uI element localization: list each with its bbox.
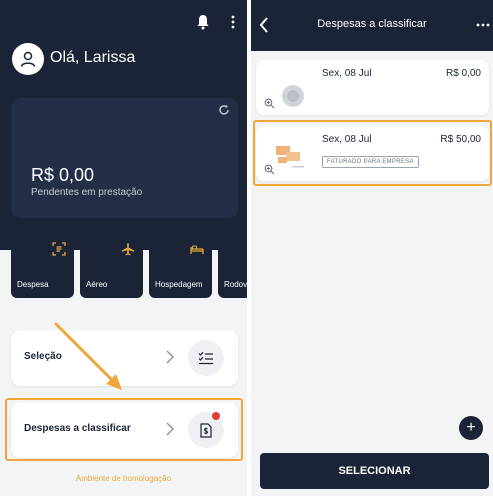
balance-card (11, 98, 238, 218)
tile-despesa[interactable]: Despesa (11, 234, 74, 298)
chevron-right-icon (166, 350, 174, 364)
more-vertical-icon[interactable] (229, 14, 237, 30)
page-title: Despesas a classificar (317, 18, 427, 30)
receipt-scan-icon (52, 242, 66, 256)
user-icon (20, 51, 36, 67)
balance-label: Pendentes em prestação (31, 187, 143, 198)
tile-hospedagem[interactable]: Hospedagem (149, 234, 212, 298)
expenses-screen: Despesas a classificar Sex, 08 Jul R$ 0,… (251, 0, 493, 496)
refresh-icon[interactable] (218, 104, 230, 116)
home-screen: Olá, Larissa R$ 0,00 Pendentes em presta… (0, 0, 247, 496)
avatar[interactable] (12, 43, 44, 75)
zoom-in-icon[interactable] (264, 98, 275, 109)
add-expense-button[interactable]: + (459, 416, 483, 440)
tile-label: Hospedagem (155, 280, 203, 289)
airplane-icon (122, 243, 134, 256)
checklist-icon (188, 340, 224, 376)
highlight-box (5, 398, 243, 461)
more-horizontal-icon[interactable] (476, 22, 490, 28)
expense-card-1[interactable]: Sex, 08 Jul R$ 0,00 (256, 60, 489, 115)
highlight-box (253, 120, 492, 186)
tile-label: Aéreo (86, 280, 108, 289)
tile-aereo[interactable]: Aéreo (80, 234, 143, 298)
select-button[interactable]: SELECIONAR (260, 453, 489, 489)
environment-label: Ambiente de homologação (75, 474, 172, 483)
selecao-row[interactable]: Seleção (11, 330, 238, 386)
greeting: Olá, Larissa (50, 49, 136, 66)
tile-label: Despesa (17, 280, 49, 289)
balance-amount: R$ 0,00 (31, 165, 95, 185)
row-label: Seleção (24, 351, 62, 362)
bell-icon[interactable] (196, 14, 210, 30)
bed-icon (190, 245, 204, 254)
expense-value: R$ 0,00 (445, 68, 481, 79)
expense-date: Sex, 08 Jul (322, 68, 372, 79)
tile-label: Rodov (224, 280, 247, 289)
tile-rodoviario[interactable]: Rodov (218, 234, 247, 298)
